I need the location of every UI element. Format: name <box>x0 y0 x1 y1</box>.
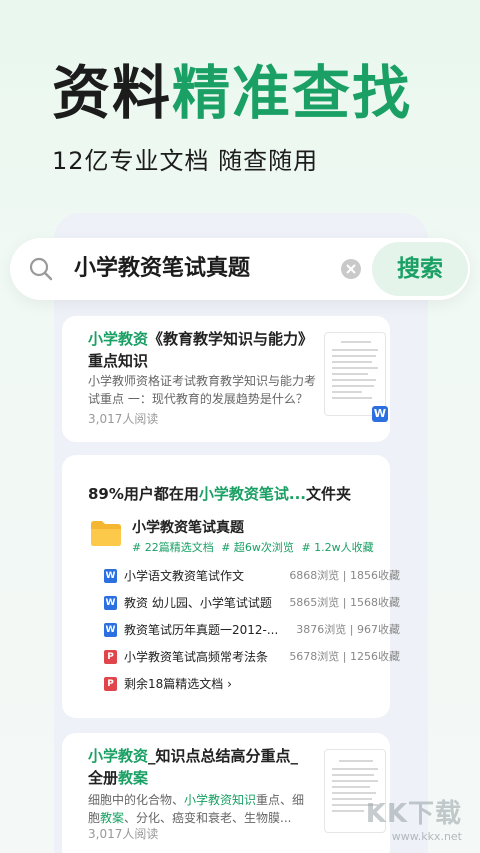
file-stats: 6868浏览 | 1856收藏 <box>289 569 400 582</box>
remaining-docs-link[interactable]: P 剩余18篇精选文档 › <box>104 671 400 697</box>
desc-highlight: 小学教资知识 <box>184 793 257 807</box>
file-row[interactable]: P 小学教资笔试高频常考法条 5678浏览 | 1256收藏 <box>104 644 400 670</box>
desc-part: 、分化、癌变和衰老、生物膜... <box>124 811 292 825</box>
word-file-icon: W <box>104 623 117 637</box>
pdf-file-icon: P <box>104 677 117 691</box>
folder-tags: # 22篇精选文档 # 超6w次浏览 # 1.2w人收藏 <box>132 539 374 555</box>
tag-docs: # 22篇精选文档 <box>132 541 214 554</box>
heading-prefix: 89%用户都在用 <box>88 485 199 503</box>
file-name: 教资笔试历年真题一2012-... <box>124 623 279 637</box>
desc-highlight: 教案 <box>100 811 125 825</box>
title-highlight: 教案 <box>118 769 149 787</box>
desc-part: 细胞中的化合物、 <box>88 793 185 807</box>
file-name: 小学教资笔试高频常考法条 <box>124 650 269 664</box>
file-name: 小学语文教资笔试作文 <box>124 569 245 583</box>
search-input[interactable]: 小学教资笔试真题 <box>74 252 250 286</box>
file-row[interactable]: W 教资笔试历年真题一2012-... 3876浏览 | 967收藏 <box>104 617 400 643</box>
folder-card-heading: 89%用户都在用小学教资笔试...文件夹 <box>88 483 351 505</box>
result-card-2[interactable]: 小学教资_知识点总结高分重点_全册教案 细胞中的化合物、小学教资知识重点、细胞教… <box>62 733 390 853</box>
search-button[interactable]: 搜索 <box>372 242 468 296</box>
document-thumbnail <box>324 332 386 416</box>
file-row[interactable]: W 小学语文教资笔试作文 6868浏览 | 1856收藏 <box>104 563 400 589</box>
file-row[interactable]: W 教资 幼儿园、小学笔试试题 5865浏览 | 1568收藏 <box>104 590 400 616</box>
file-stats: 3876浏览 | 967收藏 <box>296 623 400 636</box>
word-doc-icon: W <box>372 406 388 422</box>
read-count: 3,017人阅读 <box>88 412 159 426</box>
folder-card[interactable]: 89%用户都在用小学教资笔试...文件夹 小学教资笔试真题 # 22篇精选文档 … <box>62 455 400 718</box>
title-highlight: 小学教资 <box>88 747 149 765</box>
watermark-main: KK下载 <box>365 799 462 829</box>
word-file-icon: W <box>104 569 117 583</box>
read-count: 3,017人阅读 <box>88 827 159 841</box>
heading-suffix: 文件夹 <box>306 485 352 503</box>
headline: 资料精准查找 <box>52 58 412 128</box>
tag-views: # 超6w次浏览 <box>221 541 294 554</box>
title-highlight: 小学教资 <box>88 330 149 348</box>
folder-name[interactable]: 小学教资笔试真题 <box>132 517 244 537</box>
watermark-logo: KK下载 www.kkx.net <box>366 793 462 843</box>
subheadline: 12亿专业文档 随查随用 <box>52 147 319 175</box>
remaining-docs-label: 剩余18篇精选文档 › <box>124 677 232 691</box>
headline-part2: 精准查找 <box>172 59 413 127</box>
result-title: 小学教资《教育教学知识与能力》重点知识 <box>88 328 306 372</box>
clear-icon[interactable] <box>340 258 362 280</box>
result-card-1[interactable]: 小学教资《教育教学知识与能力》重点知识 小学教师资格证考试教育教学知识与能力考试… <box>62 316 390 442</box>
heading-highlight: 小学教资笔试... <box>198 485 307 503</box>
result-description: 小学教师资格证考试教育教学知识与能力考试重点 一：现代教育的发展趋势是什么？答.… <box>88 374 316 406</box>
search-icon <box>29 257 53 281</box>
folder-icon <box>91 521 121 546</box>
pdf-file-icon: P <box>104 650 117 664</box>
tag-favorites: # 1.2w人收藏 <box>301 541 374 554</box>
file-stats: 5865浏览 | 1568收藏 <box>289 596 400 609</box>
word-file-icon: W <box>104 596 117 610</box>
result-description: 细胞中的化合物、小学教资知识重点、细胞教案、分化、癌变和衰老、生物膜... <box>88 791 314 827</box>
result-title: 小学教资_知识点总结高分重点_全册教案 <box>88 745 310 789</box>
file-stats: 5678浏览 | 1256收藏 <box>289 650 400 663</box>
file-name: 教资 幼儿园、小学笔试试题 <box>124 596 272 610</box>
watermark-url: www.kkx.net <box>391 830 462 843</box>
headline-part1: 资料 <box>52 59 173 127</box>
